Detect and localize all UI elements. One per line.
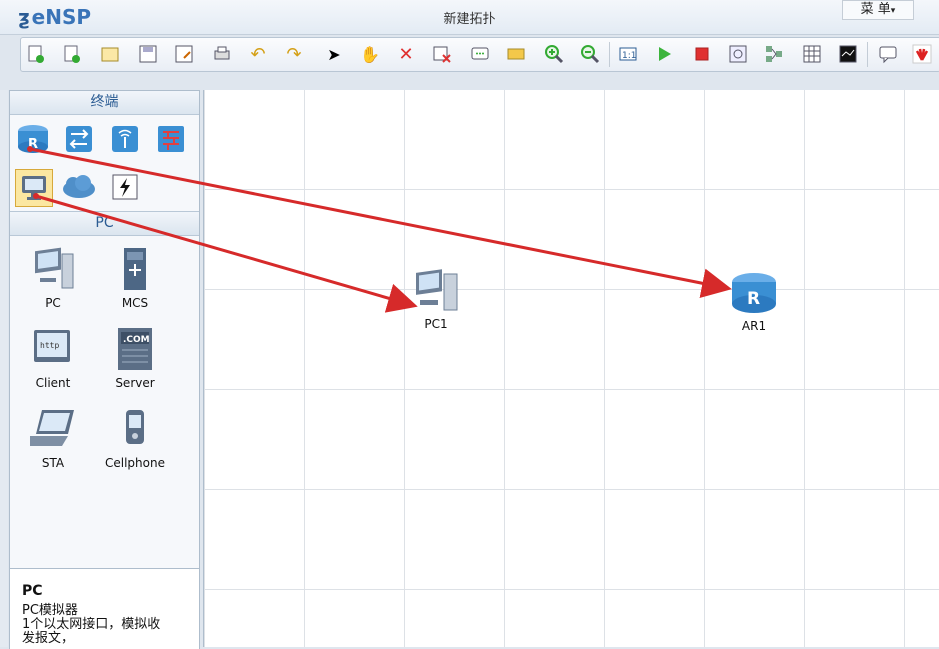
node-pc1[interactable]: PC1 bbox=[396, 266, 476, 331]
rectangle-icon[interactable] bbox=[505, 43, 527, 65]
delete-link-icon[interactable] bbox=[431, 43, 453, 65]
node-label: AR1 bbox=[741, 319, 767, 333]
new-lab-icon[interactable] bbox=[61, 43, 83, 65]
description-line: 发报文， bbox=[22, 631, 75, 646]
console-icon[interactable] bbox=[837, 43, 859, 65]
device-pc[interactable]: PC bbox=[13, 240, 93, 310]
category-row-1: R bbox=[10, 115, 199, 163]
select-icon[interactable]: ➤ bbox=[323, 43, 345, 65]
fit-view-icon[interactable]: 1:1 bbox=[617, 43, 639, 65]
router-icon[interactable]: R bbox=[15, 121, 51, 157]
device-mcs[interactable]: MCS bbox=[95, 240, 175, 310]
wireless-icon[interactable] bbox=[107, 121, 143, 157]
node-ar1[interactable]: R AR1 bbox=[714, 270, 794, 333]
switch-icon[interactable] bbox=[61, 121, 97, 157]
category-row-2 bbox=[10, 163, 199, 211]
description-line: PC模拟器 bbox=[22, 603, 78, 618]
pan-hand-icon[interactable]: ✋ bbox=[359, 43, 381, 65]
undo-icon[interactable]: ↶ bbox=[247, 43, 269, 65]
window-title: 新建拓扑 bbox=[443, 12, 496, 27]
client-icon: http bbox=[13, 320, 93, 372]
device-server[interactable]: .COM Server bbox=[95, 320, 175, 390]
redo-icon[interactable]: ↷ bbox=[283, 43, 305, 65]
mcs-server-icon bbox=[95, 240, 175, 292]
title-bar: ƺ eNSP 新建拓扑 菜 单▾ bbox=[0, 0, 939, 35]
svg-text:R: R bbox=[28, 137, 38, 152]
pc-icon bbox=[13, 240, 93, 292]
open-icon[interactable] bbox=[99, 43, 121, 65]
print-icon[interactable] bbox=[211, 43, 233, 65]
device-list: PC MCS http Client .COM Server STA Cellp… bbox=[10, 236, 199, 556]
menu-button[interactable]: 菜 单▾ bbox=[842, 0, 914, 20]
pc-icon[interactable] bbox=[15, 169, 53, 207]
huawei-icon[interactable] bbox=[911, 43, 933, 65]
new-topology-icon[interactable] bbox=[25, 43, 47, 65]
device-section-title: PC bbox=[10, 211, 199, 236]
cloud-icon[interactable] bbox=[61, 169, 97, 205]
device-panel: 终端 R PC PC MCS http Client .COM Server S… bbox=[9, 90, 200, 649]
power-link-icon[interactable] bbox=[107, 169, 143, 205]
cellphone-icon bbox=[95, 400, 175, 452]
zoom-in-icon[interactable] bbox=[543, 43, 565, 65]
device-sta[interactable]: STA bbox=[13, 400, 93, 470]
pc-icon bbox=[416, 269, 458, 311]
text-note-icon[interactable] bbox=[469, 43, 491, 65]
save-as-icon[interactable] bbox=[173, 43, 195, 65]
device-cellphone[interactable]: Cellphone bbox=[95, 400, 175, 470]
device-client[interactable]: http Client bbox=[13, 320, 93, 390]
router-icon: R bbox=[732, 273, 776, 313]
start-device-icon[interactable] bbox=[653, 43, 675, 65]
svg-text:1:1: 1:1 bbox=[622, 51, 636, 61]
node-label: PC1 bbox=[424, 317, 448, 331]
chat-icon[interactable] bbox=[877, 43, 899, 65]
topology-icon[interactable] bbox=[763, 43, 785, 65]
delete-icon[interactable]: ✕ bbox=[395, 43, 417, 65]
grid-icon[interactable] bbox=[801, 43, 823, 65]
zoom-out-icon[interactable] bbox=[579, 43, 601, 65]
svg-text:.COM: .COM bbox=[123, 335, 150, 345]
save-icon[interactable] bbox=[137, 43, 159, 65]
svg-text:http: http bbox=[40, 341, 59, 350]
svg-text:R: R bbox=[747, 289, 760, 309]
description-line: 1个以太网接口，模拟收 bbox=[22, 617, 161, 632]
firewall-icon[interactable] bbox=[153, 121, 189, 157]
toolbar: ↶ ↷ ➤ ✋ ✕ 1:1 bbox=[20, 37, 939, 72]
server-icon: .COM bbox=[95, 320, 175, 372]
topology-canvas[interactable]: PC1 R AR1 bbox=[203, 90, 939, 647]
device-description: PC PC模拟器 1个以太网接口，模拟收 发报文， bbox=[10, 568, 199, 649]
capture-icon[interactable] bbox=[727, 43, 749, 65]
description-title: PC bbox=[22, 583, 43, 599]
category-title: 终端 bbox=[10, 91, 199, 115]
stop-device-icon[interactable] bbox=[691, 43, 713, 65]
left-edge bbox=[0, 90, 8, 647]
laptop-icon bbox=[13, 400, 93, 452]
